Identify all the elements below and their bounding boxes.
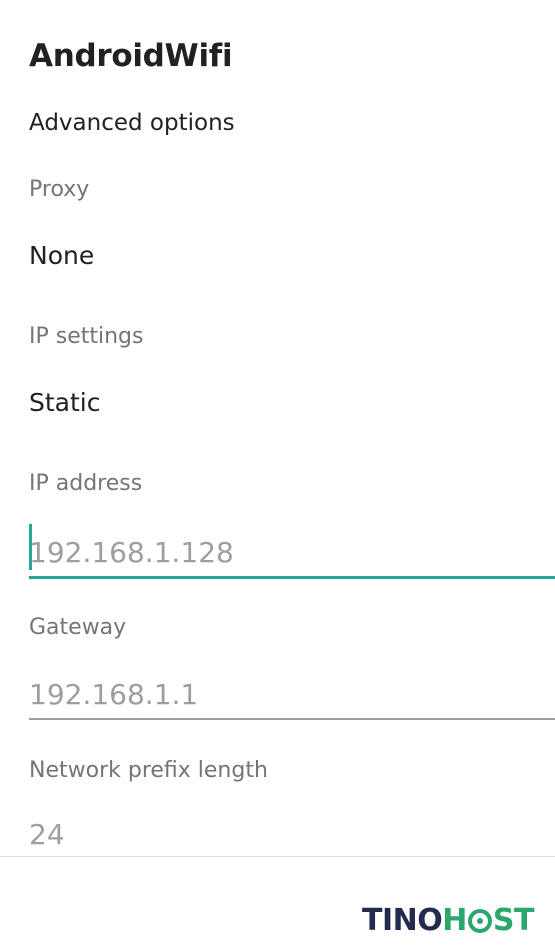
text-cursor: [29, 524, 32, 570]
ip-address-input[interactable]: [29, 529, 555, 579]
proxy-dropdown[interactable]: None: [29, 241, 94, 270]
network-name-title: AndroidWifi: [29, 38, 233, 74]
gateway-input[interactable]: [29, 670, 555, 720]
ip-settings-label: IP settings: [29, 324, 144, 349]
tinohost-logo: TINO H ST: [362, 906, 534, 936]
proxy-label: Proxy: [29, 177, 90, 202]
network-prefix-length-input[interactable]: 24: [29, 815, 329, 855]
advanced-options-toggle[interactable]: Advanced options: [29, 110, 235, 136]
ip-settings-dropdown[interactable]: Static: [29, 388, 100, 417]
network-prefix-length-label: Network prefix length: [29, 758, 268, 783]
logo-text-tino: TINO: [362, 903, 443, 938]
logo-text-host: H ST: [442, 906, 534, 936]
logo-text-h: H: [442, 903, 467, 938]
scroll-divider: [0, 856, 555, 857]
logo-o-icon: [467, 909, 492, 933]
gateway-label: Gateway: [29, 615, 127, 640]
wifi-advanced-settings-dialog: AndroidWifi Advanced options Proxy None …: [0, 0, 555, 950]
ip-address-label: IP address: [29, 471, 143, 496]
logo-text-st: ST: [492, 903, 535, 938]
